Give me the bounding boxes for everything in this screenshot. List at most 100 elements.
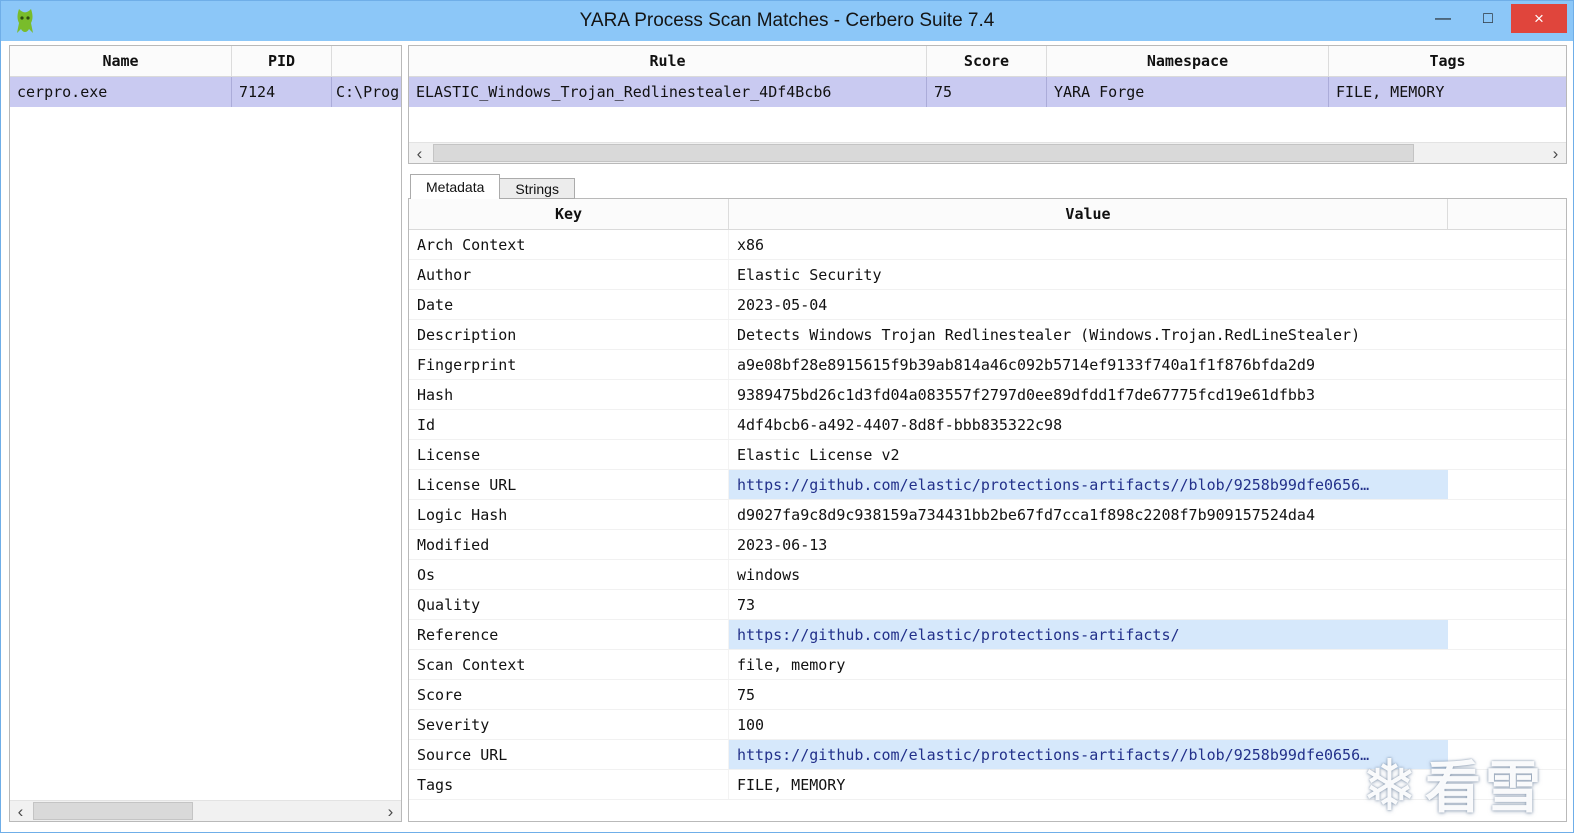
close-button[interactable]: × (1511, 4, 1567, 33)
metadata-key-cell: Score (409, 680, 729, 709)
metadata-row-spacer (1448, 620, 1566, 649)
process-table-panel: Name PID cerpro.exe 7124 C:\Prog ‹ › (9, 45, 402, 822)
metadata-key-cell: Author (409, 260, 729, 289)
metadata-key-cell: Date (409, 290, 729, 319)
metadata-row[interactable]: License URL https://github.com/elastic/p… (409, 470, 1566, 500)
minimize-button[interactable]: — (1421, 4, 1465, 33)
column-header-namespace[interactable]: Namespace (1047, 46, 1329, 76)
metadata-row[interactable]: Tags FILE, MEMORY (409, 770, 1566, 800)
metadata-value-cell: x86 (737, 235, 765, 254)
titlebar: YARA Process Scan Matches - Cerbero Suit… (1, 1, 1573, 41)
match-row-elastic[interactable]: ELASTIC_Windows_Trojan_Redlinestealer_4D… (409, 77, 1566, 107)
metadata-key-cell: Reference (409, 620, 729, 649)
metadata-row[interactable]: Logic Hash d9027fa9c8d9c938159a734431bb2… (409, 500, 1566, 530)
metadata-value-cell: windows (737, 565, 801, 584)
metadata-key-cell: Tags (409, 770, 729, 799)
metadata-row[interactable]: Description Detects Windows Trojan Redli… (409, 320, 1566, 350)
metadata-row[interactable]: Id 4df4bcb6-a492-4407-8d8f-bbb835322c98 (409, 410, 1566, 440)
metadata-table-body: Arch Context x86 Author Elastic Security… (409, 230, 1566, 800)
metadata-row[interactable]: Hash 9389475bd26c1d3fd04a083557f2797d0ee… (409, 380, 1566, 410)
metadata-row-spacer (1448, 230, 1566, 259)
window-title: YARA Process Scan Matches - Cerbero Suit… (579, 10, 995, 31)
metadata-key-cell: Source URL (409, 740, 729, 769)
column-header-rule[interactable]: Rule (409, 46, 927, 76)
column-header-value[interactable]: Value (729, 199, 1448, 229)
matches-hscrollbar[interactable]: ‹ › (409, 142, 1566, 163)
metadata-row-spacer (1448, 350, 1566, 379)
match-tags-cell: FILE, MEMORY (1336, 83, 1445, 101)
metadata-value-cell: FILE, MEMORY (737, 775, 846, 794)
matches-table-panel: Rule Score Namespace Tags ELASTIC_Window… (408, 45, 1567, 164)
metadata-row[interactable]: Fingerprint a9e08bf28e8915615f9b39ab814a… (409, 350, 1566, 380)
metadata-row-spacer (1448, 470, 1566, 499)
metadata-row-spacer (1448, 380, 1566, 409)
metadata-row[interactable]: Source URL https://github.com/elastic/pr… (409, 740, 1566, 770)
metadata-row-spacer (1448, 770, 1566, 799)
metadata-row[interactable]: Severity 100 (409, 710, 1566, 740)
metadata-key-cell: Fingerprint (409, 350, 729, 379)
metadata-value-cell: d9027fa9c8d9c938159a734431bb2be67fd7cca1… (737, 505, 1315, 524)
metadata-panel: Key Value Arch Context x86 Author Elasti… (408, 198, 1567, 822)
metadata-row[interactable]: Author Elastic Security (409, 260, 1566, 290)
maximize-button[interactable]: □ (1466, 4, 1510, 33)
metadata-row[interactable]: Date 2023-05-04 (409, 290, 1566, 320)
detail-tabbar: Metadata Strings (410, 174, 575, 199)
scroll-left-icon[interactable]: ‹ (409, 143, 430, 163)
column-header-spacer (1448, 199, 1566, 229)
process-row-cerpro[interactable]: cerpro.exe 7124 C:\Prog (10, 77, 401, 107)
metadata-value-cell: 2023-05-04 (737, 295, 828, 314)
column-header-pid[interactable]: PID (232, 46, 332, 76)
metadata-row-spacer (1448, 290, 1566, 319)
app-window: YARA Process Scan Matches - Cerbero Suit… (0, 0, 1574, 833)
scroll-right-icon[interactable]: › (1545, 143, 1566, 163)
metadata-row-spacer (1448, 500, 1566, 529)
column-header-score[interactable]: Score (927, 46, 1047, 76)
metadata-value-link-cell[interactable]: https://github.com/elastic/protections-a… (729, 740, 1448, 769)
matches-hscroll-track[interactable] (430, 143, 1545, 163)
metadata-row[interactable]: Reference https://github.com/elastic/pro… (409, 620, 1566, 650)
metadata-key-cell: License URL (409, 470, 729, 499)
metadata-key-cell: Quality (409, 590, 729, 619)
metadata-key-cell: Description (409, 320, 729, 349)
metadata-value-cell: 2023-06-13 (737, 535, 828, 554)
process-hscrollbar[interactable]: ‹ › (10, 800, 401, 821)
scroll-left-icon[interactable]: ‹ (10, 801, 31, 821)
metadata-value-link-cell[interactable]: https://github.com/elastic/protections-a… (729, 620, 1448, 649)
tab-strings[interactable]: Strings (499, 178, 575, 199)
process-hscroll-thumb[interactable] (33, 802, 193, 820)
matches-hscroll-thumb[interactable] (433, 144, 1415, 162)
metadata-value-cell: 4df4bcb6-a492-4407-8d8f-bbb835322c98 (737, 415, 1063, 434)
metadata-value-link-cell[interactable]: https://github.com/elastic/protections-a… (729, 470, 1448, 499)
metadata-key-cell: Severity (409, 710, 729, 739)
metadata-value-cell: Elastic License v2 (737, 445, 900, 464)
metadata-value-cell: 100 (737, 715, 765, 734)
metadata-value-cell: file, memory (737, 655, 846, 674)
column-header-path[interactable] (332, 46, 401, 76)
metadata-value-cell: Elastic Security (737, 265, 882, 284)
metadata-row[interactable]: Os windows (409, 560, 1566, 590)
metadata-row[interactable]: License Elastic License v2 (409, 440, 1566, 470)
scroll-right-icon[interactable]: › (380, 801, 401, 821)
process-hscroll-track[interactable] (31, 801, 380, 821)
column-header-key[interactable]: Key (409, 199, 729, 229)
tab-metadata[interactable]: Metadata (410, 174, 501, 199)
metadata-row-spacer (1448, 410, 1566, 439)
metadata-row[interactable]: Modified 2023-06-13 (409, 530, 1566, 560)
metadata-value-cell: 9389475bd26c1d3fd04a083557f2797d0ee89dfd… (737, 385, 1315, 404)
metadata-key-cell: Scan Context (409, 650, 729, 679)
metadata-key-cell: Modified (409, 530, 729, 559)
metadata-key-cell: Hash (409, 380, 729, 409)
metadata-row[interactable]: Scan Context file, memory (409, 650, 1566, 680)
column-header-name[interactable]: Name (10, 46, 232, 76)
metadata-row-spacer (1448, 590, 1566, 619)
metadata-row-spacer (1448, 560, 1566, 589)
metadata-row[interactable]: Arch Context x86 (409, 230, 1566, 260)
process-path-cell: C:\Prog (336, 83, 400, 101)
metadata-row[interactable]: Score 75 (409, 680, 1566, 710)
metadata-row[interactable]: Quality 73 (409, 590, 1566, 620)
metadata-key-cell: Id (409, 410, 729, 439)
match-score-cell: 75 (927, 77, 1047, 107)
metadata-value-cell: Detects Windows Trojan Redlinestealer (W… (737, 325, 1361, 344)
metadata-row-spacer (1448, 260, 1566, 289)
column-header-tags[interactable]: Tags (1329, 46, 1566, 76)
